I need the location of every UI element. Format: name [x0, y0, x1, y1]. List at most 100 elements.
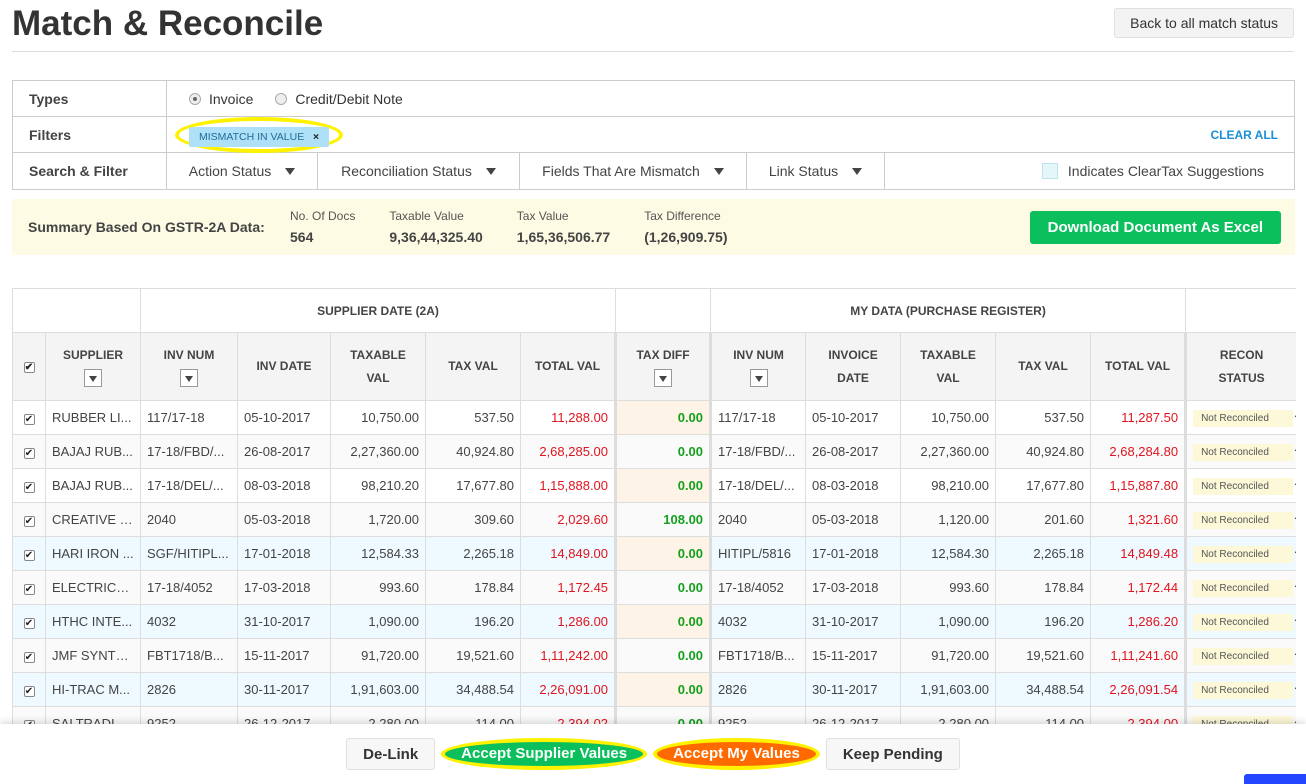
cell-taxable-val: 91,720.00	[900, 638, 997, 673]
table-row[interactable]: ✔ JMF SYNTH... FBT1718/B... 15-11-2017 91,72…	[12, 638, 1296, 673]
cell-total-val: 11,287.50	[1090, 400, 1187, 435]
cell-total-val: 1,15,887.80	[1090, 468, 1187, 503]
chevron-down-icon	[713, 167, 724, 175]
row-checkbox[interactable]: ✔	[12, 536, 46, 571]
filter-dropdown-icon[interactable]	[654, 369, 673, 388]
cell-recon-status: Not Reconciled	[1184, 638, 1296, 673]
cell-recon-status: Not Reconciled	[1184, 672, 1296, 707]
cell-inv-num: 2826	[709, 672, 807, 707]
row-checkbox[interactable]: ✔	[12, 502, 46, 537]
chat-widget-button[interactable]	[1244, 774, 1306, 784]
cell-invoice-date: 26-08-2017	[805, 434, 902, 469]
cell-tax-diff: 0.00	[614, 638, 712, 673]
stat-label: Tax Difference	[644, 209, 721, 223]
cell-inv-num: FBT1718/B...	[140, 638, 238, 673]
column-header-label: INV NUM	[163, 347, 215, 362]
cell-recon-status: Not Reconciled	[1184, 706, 1296, 724]
cell-invoice-date: 17-01-2018	[805, 536, 902, 571]
divider	[12, 51, 1294, 52]
cell-total-val: 2,394.00	[1090, 706, 1187, 724]
cell-inv-num: 9252	[709, 706, 807, 724]
cell-recon-status: Not Reconciled	[1184, 468, 1296, 503]
row-checkbox[interactable]: ✔	[12, 400, 46, 435]
cell-inv-num: 17-18/4052	[140, 570, 238, 605]
cell-supplier: CREATIVE C...	[45, 502, 141, 537]
cell-tax-val: 19,521.60	[995, 638, 1092, 673]
column-header-label: INVOICE DATE	[828, 347, 878, 385]
cell-supplier: ELECTRICA...	[45, 570, 141, 605]
cell-total-val: 2,26,091.54	[1090, 672, 1187, 707]
table-row[interactable]: ✔ ELECTRICA... 17-18/4052 17-03-2018 993.60 1…	[12, 570, 1296, 605]
cell-tax-val: 17,677.80	[995, 468, 1092, 503]
cell-total-val: 1,286.20	[1090, 604, 1187, 639]
stat-label: Tax Value	[516, 209, 569, 223]
table-row[interactable]: ✔ BAJAJ RUB... 17-18/DEL/... 08-03-2018 98,2…	[12, 468, 1296, 503]
cell-inv-num: 4032	[140, 604, 238, 639]
cell-inv-num: SGF/HITIPL...	[140, 536, 238, 571]
delink-button[interactable]: De-Link	[346, 738, 436, 770]
row-checkbox[interactable]: ✔	[12, 672, 46, 707]
cell-tax-val: 201.60	[995, 502, 1092, 537]
table-row[interactable]: ✔SALTRADIN...925226-12-20172,280.00114.0…	[12, 706, 1296, 724]
accept-supplier-values-button[interactable]: Accept Supplier Values	[441, 738, 648, 770]
column-header-inv-num: INV NUM	[140, 332, 238, 401]
accept-my-values-button[interactable]: Accept My Values	[653, 738, 820, 770]
action-status-dropdown[interactable]: Action Status	[167, 153, 318, 189]
summary-label: Summary Based On GSTR-2A Data:	[28, 219, 265, 235]
credit-debit-label[interactable]: Credit/Debit Note	[295, 91, 402, 107]
cell-tax-val: 309.60	[425, 502, 521, 537]
cell-total-val: 1,321.60	[1090, 502, 1187, 537]
row-checkbox[interactable]: ✔	[12, 638, 46, 673]
cell-taxable-val: 12,584.30	[900, 536, 997, 571]
row-checkbox[interactable]: ✔	[12, 434, 46, 469]
cell-tax-diff: 0.00	[614, 400, 712, 435]
cell-tax-val: 196.20	[995, 604, 1092, 639]
filter-chip-mismatch[interactable]: MISMATCH IN VALUE ×	[189, 126, 330, 147]
row-checkbox[interactable]: ✔	[12, 468, 46, 503]
cell-total-val: 14,849.48	[1090, 536, 1187, 571]
reconciliation-status-dropdown[interactable]: Reconciliation Status	[318, 153, 520, 189]
column-header-inv-num: INV NUM	[709, 332, 807, 401]
cell-taxable-val: 2,27,360.00	[900, 434, 997, 469]
cell-taxable-val: 2,280.00	[330, 706, 426, 724]
reconcile-table-container[interactable]: SUPPLIER DATE (2A) MY DATA (PURCHASE REG…	[12, 288, 1296, 724]
cell-tax-val: 537.50	[995, 400, 1092, 435]
invoice-radio[interactable]	[189, 92, 201, 105]
table-row[interactable]: ✔ BAJAJ RUB... 17-18/FBD/... 26-08-2017 2,27…	[12, 434, 1296, 469]
column-header-invoice-date: INVOICE DATE	[805, 332, 902, 401]
invoice-label[interactable]: Invoice	[209, 91, 253, 107]
cell-total-val: 2,394.02	[519, 706, 617, 724]
close-icon[interactable]: ×	[313, 131, 319, 143]
cell-inv-num: 17-18/FBD/...	[709, 434, 807, 469]
row-checkbox[interactable]: ✔	[12, 706, 46, 724]
column-header-total-val: TOTAL VAL	[519, 332, 617, 401]
keep-pending-button[interactable]: Keep Pending	[825, 738, 960, 770]
clear-all-link[interactable]: CLEAR ALL	[1210, 128, 1278, 142]
filter-dropdown-icon[interactable]	[180, 369, 198, 388]
suggestion-swatch	[1041, 163, 1058, 179]
download-excel-button[interactable]: Download Document As Excel	[1029, 210, 1281, 244]
cell-inv-num: 2040	[709, 502, 807, 537]
cell-taxable-val: 993.60	[330, 570, 426, 605]
cell-inv-date: 26-08-2017	[237, 434, 331, 469]
table-row[interactable]: ✔ HI-TRAC M... 2826 30-11-2017 1,91,603.00 34…	[12, 672, 1296, 707]
row-checkbox[interactable]: ✔	[12, 604, 46, 639]
table-row[interactable]: ✔ CREATIVE C... 2040 05-03-2018 1,720.00 309.…	[12, 502, 1296, 537]
table-row[interactable]: ✔ HARI IRON ... SGF/HITIPL... 17-01-2018 12,…	[12, 536, 1296, 571]
credit-debit-radio[interactable]	[275, 92, 288, 105]
cell-invoice-date: 17-03-2018	[805, 570, 902, 605]
row-checkbox[interactable]: ✔	[12, 570, 46, 605]
cell-invoice-date: 15-11-2017	[805, 638, 902, 673]
cell-tax-val: 17,677.80	[425, 468, 521, 503]
fields-mismatch-dropdown[interactable]: Fields That Are Mismatch	[520, 153, 747, 189]
select-all-checkbox[interactable]: ✔	[12, 332, 46, 401]
cell-tax-val: 19,521.60	[425, 638, 521, 673]
filter-dropdown-icon[interactable]	[749, 369, 768, 388]
filter-dropdown-icon[interactable]	[84, 369, 102, 388]
link-status-dropdown[interactable]: Link Status	[747, 153, 885, 189]
table-row[interactable]: ✔ HTHC INTE... 4032 31-10-2017 1,090.00 196.2…	[12, 604, 1296, 639]
table-row[interactable]: ✔ RUBBER LI... 117/17-18 05-10-2017 10,750.0…	[12, 400, 1296, 435]
column-header-label: TAX VAL	[448, 359, 498, 373]
column-header-label: RECON STATUS	[1218, 347, 1265, 385]
back-to-match-status-button[interactable]: Back to all match status	[1114, 8, 1294, 38]
